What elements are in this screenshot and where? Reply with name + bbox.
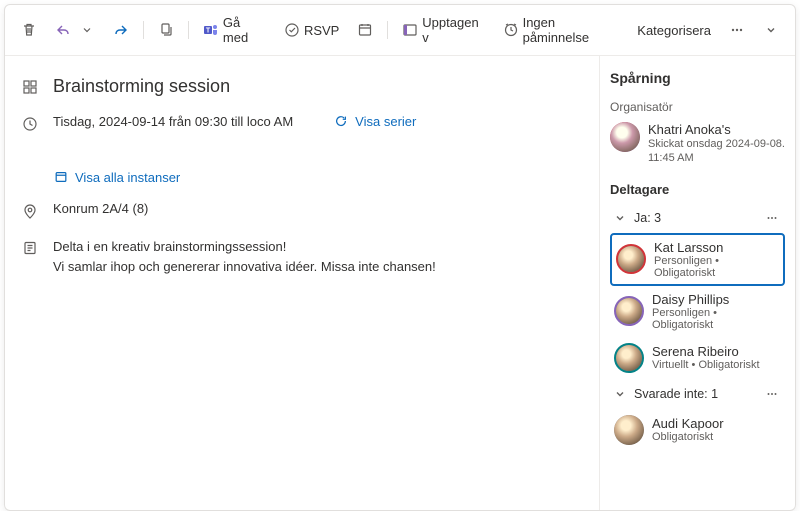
clock-icon <box>21 115 39 133</box>
organizer-sent: Skickat onsdag 2024-09-08. <box>648 137 785 151</box>
separator <box>188 21 189 39</box>
attendee-status: Obligatoriskt <box>652 431 724 443</box>
chevron-down-icon <box>79 22 95 38</box>
forward-icon <box>113 22 129 38</box>
main-area: Brainstorming session Tisdag, 2024-09-14… <box>5 56 795 510</box>
event-body: Delta i en kreativ brainstormingssession… <box>53 237 436 276</box>
teams-join-button[interactable]: T Gå med <box>197 11 272 49</box>
copy-button[interactable] <box>152 18 180 42</box>
organizer-name: Khatri Anoka's <box>648 122 785 137</box>
attendee-row[interactable]: Kat LarssonPersonligen • Obligatoriskt <box>610 233 785 286</box>
show-series-link[interactable]: Visa serier <box>333 113 416 129</box>
join-label: Gå med <box>223 15 266 45</box>
attendee-row[interactable]: Audi KapoorObligatoriskt <box>610 409 785 451</box>
event-content: Brainstorming session Tisdag, 2024-09-14… <box>5 56 599 510</box>
busy-status-button[interactable]: Upptagen v <box>396 11 490 49</box>
categorize-button[interactable]: Kategorisera <box>631 19 717 42</box>
forward-button[interactable] <box>107 18 135 42</box>
copy-icon <box>158 22 174 38</box>
group-more-button[interactable] <box>761 209 783 227</box>
avatar <box>610 122 640 152</box>
tracking-heading: Spårning <box>610 70 785 86</box>
body-line: Vi samlar ihop och genererar innovativa … <box>53 257 436 277</box>
toolbar: T Gå med RSVP Upptagen v Ingen p <box>5 5 795 56</box>
more-button[interactable] <box>723 18 751 42</box>
reminder-icon <box>503 22 519 38</box>
trash-icon <box>21 22 37 38</box>
attendee-status: Virtuellt • Obligatoriskt <box>652 359 760 371</box>
location-row: Konrum 2A/4 (8) <box>21 193 583 229</box>
busy-icon <box>402 22 418 38</box>
attendee-status: Personligen • Obligatoriskt <box>654 255 779 279</box>
body-row: Delta i en kreativ brainstormingssession… <box>21 229 583 284</box>
show-instances-link[interactable]: Visa alla instanser <box>53 169 180 185</box>
separator <box>387 21 388 39</box>
event-title: Brainstorming session <box>53 76 230 97</box>
recurrence-icon <box>333 113 349 129</box>
show-instances-label: Visa alla instanser <box>75 170 180 185</box>
attendee-row[interactable]: Serena RibeiroVirtuellt • Obligatoriskt <box>610 337 785 379</box>
calendar-action-button[interactable] <box>351 18 379 42</box>
window: T Gå med RSVP Upptagen v Ingen p <box>4 4 796 511</box>
attendee-row[interactable]: Daisy PhillipsPersonligen • Obligatorisk… <box>610 286 785 337</box>
avatar <box>614 415 644 445</box>
event-time: Tisdag, 2024-09-14 från 09:30 till loco … <box>53 114 293 129</box>
reply-button[interactable] <box>49 18 101 42</box>
reminder-label: Ingen påminnelse <box>523 15 620 45</box>
categorize-label: Kategorisera <box>637 23 711 38</box>
expand-button[interactable] <box>757 18 785 42</box>
busy-label: Upptagen v <box>422 15 484 45</box>
reply-icon <box>55 22 71 38</box>
chevron-down-icon <box>612 210 628 226</box>
attendee-group-header[interactable]: Svarade inte: 1 <box>610 379 785 409</box>
group-label: Svarade inte: 1 <box>634 387 718 401</box>
title-row: Brainstorming session <box>21 68 583 105</box>
rsvp-icon <box>284 22 300 38</box>
notes-icon <box>21 239 39 257</box>
participants-heading: Deltagare <box>610 182 785 197</box>
more-icon <box>729 22 745 38</box>
location-icon <box>21 203 39 221</box>
body-line: Delta i en kreativ brainstormingssession… <box>53 237 436 257</box>
time-row: Tisdag, 2024-09-14 från 09:30 till loco … <box>21 105 583 193</box>
organizer-sent-time: 11:45 AM <box>648 151 785 165</box>
attendee-name: Kat Larsson <box>654 240 779 255</box>
attendee-name: Serena Ribeiro <box>652 344 760 359</box>
teams-icon: T <box>203 22 219 38</box>
group-label: Ja: 3 <box>634 211 661 225</box>
event-location: Konrum 2A/4 (8) <box>53 201 148 216</box>
avatar <box>614 296 644 326</box>
attendee-name: Audi Kapoor <box>652 416 724 431</box>
chevron-down-icon <box>612 386 628 402</box>
avatar <box>616 244 646 274</box>
reminder-button[interactable]: Ingen påminnelse <box>497 11 626 49</box>
rsvp-label: RSVP <box>304 23 339 38</box>
attendee-group-header[interactable]: Ja: 3 <box>610 203 785 233</box>
chevron-down-icon <box>763 22 779 38</box>
organizer-card[interactable]: Khatri Anoka's Skickat onsdag 2024-09-08… <box>610 122 785 166</box>
tracking-panel: Spårning Organisatör Khatri Anoka's Skic… <box>599 56 795 510</box>
show-series-label: Visa serier <box>355 114 416 129</box>
attendee-name: Daisy Phillips <box>652 292 781 307</box>
event-title-icon <box>21 78 39 96</box>
group-more-button[interactable] <box>761 385 783 403</box>
avatar <box>614 343 644 373</box>
svg-text:T: T <box>206 28 211 35</box>
separator <box>143 21 144 39</box>
calendar-icon <box>357 22 373 38</box>
delete-button[interactable] <box>15 18 43 42</box>
organizer-label: Organisatör <box>610 100 785 114</box>
calendar-icon <box>53 169 69 185</box>
attendee-status: Personligen • Obligatoriskt <box>652 307 781 331</box>
rsvp-button[interactable]: RSVP <box>278 18 345 42</box>
